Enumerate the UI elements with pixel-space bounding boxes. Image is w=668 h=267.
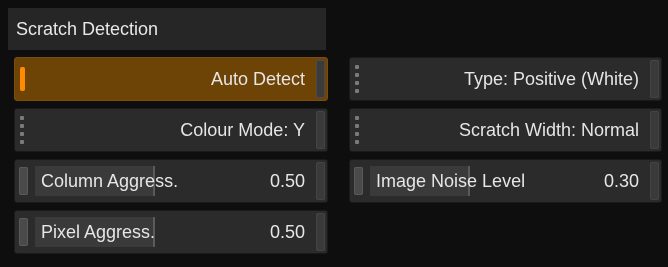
scratch-width-label: Scratch Width: Normal xyxy=(458,119,639,140)
slider-handle-icon xyxy=(15,211,29,253)
scratch-width-dropdown[interactable]: Scratch Width: Normal xyxy=(349,108,662,152)
pixel-aggress-slider[interactable]: Pixel Aggress. 0.50 xyxy=(14,210,328,254)
auto-detect-label: Auto Detect xyxy=(210,68,305,89)
pixel-aggress-value: 0.50 xyxy=(269,221,305,242)
dropdown-end-cap xyxy=(650,111,659,149)
pixel-aggress-label: Pixel Aggress. xyxy=(41,221,156,242)
scratch-detection-panel: Scratch Detection Auto Detect Type: Posi… xyxy=(0,0,668,267)
image-noise-level-slider[interactable]: Image Noise Level 0.30 xyxy=(349,159,662,203)
colour-mode-label: Colour Mode: Y xyxy=(180,119,305,140)
button-end-cap xyxy=(316,60,325,98)
auto-detect-button[interactable]: Auto Detect xyxy=(14,57,328,101)
slider-end-cap xyxy=(316,213,325,251)
drag-handle-icon xyxy=(350,109,364,151)
column-aggress-slider[interactable]: Column Aggress. 0.50 xyxy=(14,159,328,203)
drag-handle-icon xyxy=(350,58,364,100)
panel-title: Scratch Detection xyxy=(8,8,326,50)
drag-handle-icon xyxy=(15,109,29,151)
slider-handle-icon xyxy=(350,160,364,202)
panel-title-text: Scratch Detection xyxy=(16,18,159,39)
image-noise-level-label: Image Noise Level xyxy=(376,170,526,191)
slider-end-cap xyxy=(650,162,659,200)
image-noise-level-value: 0.30 xyxy=(603,170,639,191)
slider-handle-icon xyxy=(15,160,29,202)
column-aggress-value: 0.50 xyxy=(269,170,305,191)
type-dropdown-label: Type: Positive (White) xyxy=(463,68,639,89)
colour-mode-dropdown[interactable]: Colour Mode: Y xyxy=(14,108,328,152)
dropdown-end-cap xyxy=(650,60,659,98)
dropdown-end-cap xyxy=(316,111,325,149)
slider-end-cap xyxy=(316,162,325,200)
type-dropdown[interactable]: Type: Positive (White) xyxy=(349,57,662,101)
column-aggress-label: Column Aggress. xyxy=(41,170,179,191)
active-indicator-icon xyxy=(15,58,29,100)
